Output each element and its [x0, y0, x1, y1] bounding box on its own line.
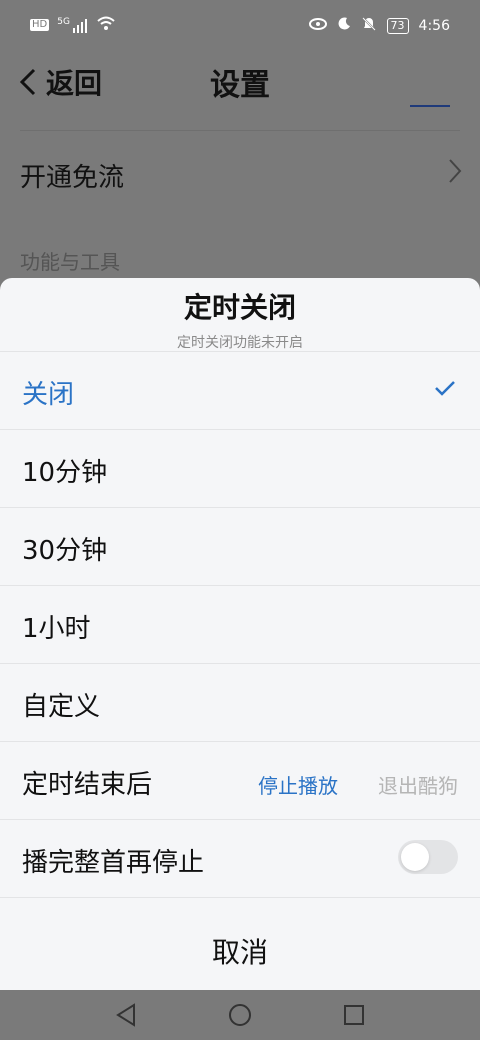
chevron-right-icon: [448, 158, 462, 188]
finish-song-toggle[interactable]: [398, 840, 458, 874]
settings-row-free-data[interactable]: 开通免流: [0, 142, 480, 204]
finish-song-row: 播完整首再停止: [0, 820, 480, 898]
option-label: 30分钟: [22, 536, 108, 566]
eye-icon: [308, 18, 327, 34]
option-label: 自定义: [22, 692, 101, 722]
top-nav-bar: 返回 设置: [0, 52, 480, 107]
settings-page-background: 返回 设置 开通免流 功能与工具: [0, 52, 480, 278]
hd-icon: HD: [30, 19, 50, 31]
after-end-label: 定时结束后: [22, 770, 153, 800]
option-label: 1小时: [22, 614, 91, 644]
settings-row-label: 开通免流: [20, 163, 125, 193]
status-bar: HD 5G 73 4:56: [0, 0, 480, 52]
option-label: 10分钟: [22, 458, 108, 488]
finish-song-label: 播完整首再停止: [22, 848, 205, 878]
cancel-label: 取消: [211, 936, 268, 969]
cancel-button[interactable]: 取消: [0, 905, 480, 990]
status-right: 73 4:56: [308, 16, 450, 36]
battery-indicator: 73: [386, 18, 409, 34]
5g-signal-icon: 5G: [57, 16, 89, 33]
sheet-header: 定时关闭 定时关闭功能未开启: [0, 278, 480, 352]
home-circle-icon[interactable]: [225, 1000, 255, 1030]
option-label: 关闭: [22, 380, 75, 410]
section-title: 功能与工具: [20, 250, 120, 274]
option-off[interactable]: 关闭: [0, 352, 480, 430]
moon-icon: [337, 17, 351, 35]
stop-playback-option[interactable]: 停止播放: [258, 770, 338, 799]
status-left: HD 5G: [30, 16, 115, 34]
option-30-minutes[interactable]: 30分钟: [0, 508, 480, 586]
mute-bell-icon: [361, 16, 377, 36]
divider: [20, 130, 460, 131]
option-1-hour[interactable]: 1小时: [0, 586, 480, 664]
clock: 4:56: [418, 18, 450, 34]
after-end-row: 定时结束后 停止播放 退出酷狗: [0, 742, 480, 820]
option-10-minutes[interactable]: 10分钟: [0, 430, 480, 508]
sheet-subtitle: 定时关闭功能未开启: [177, 335, 303, 351]
exit-app-option[interactable]: 退出酷狗: [378, 770, 458, 799]
network-label: 5G: [57, 16, 70, 27]
recents-square-icon[interactable]: [339, 1000, 369, 1030]
page-title: 设置: [210, 68, 270, 103]
sheet-title: 定时关闭: [183, 291, 296, 324]
option-custom[interactable]: 自定义: [0, 664, 480, 742]
system-nav-bar: [0, 990, 480, 1040]
tab-indicator: [410, 105, 450, 107]
toggle-knob: [401, 843, 429, 871]
checkmark-icon: [434, 380, 456, 400]
sleep-timer-sheet: 定时关闭 定时关闭功能未开启 关闭 10分钟 30分钟 1小时 自定义 定时结束…: [0, 278, 480, 990]
back-triangle-icon[interactable]: [111, 1000, 141, 1030]
wifi-icon: [97, 16, 115, 34]
